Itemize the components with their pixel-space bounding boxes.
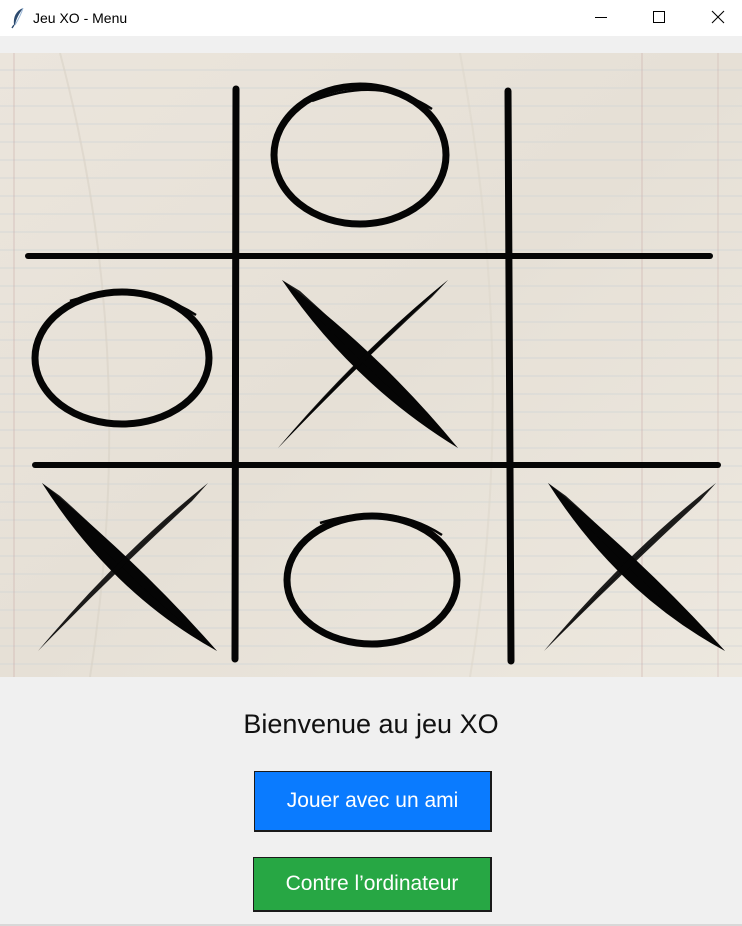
minimize-button[interactable]	[578, 0, 624, 36]
minimize-icon	[595, 17, 607, 18]
welcome-heading: Bienvenue au jeu XO	[243, 709, 499, 739]
maximize-icon	[653, 11, 665, 23]
play-vs-computer-button[interactable]: Contre l’ordinateur	[253, 857, 492, 912]
window-title: Jeu XO - Menu	[33, 10, 128, 26]
title-bar[interactable]: Jeu XO - Menu	[0, 0, 742, 36]
maximize-button[interactable]	[636, 0, 682, 36]
feather-icon	[10, 7, 26, 29]
play-with-friend-button[interactable]: Jouer avec un ami	[254, 771, 492, 832]
tic-tac-toe-illustration	[0, 53, 742, 677]
app-window: Jeu XO - Menu Bienvenue au jeu XO Jouer …	[0, 0, 742, 926]
close-icon	[711, 10, 725, 24]
close-button[interactable]	[694, 0, 740, 36]
